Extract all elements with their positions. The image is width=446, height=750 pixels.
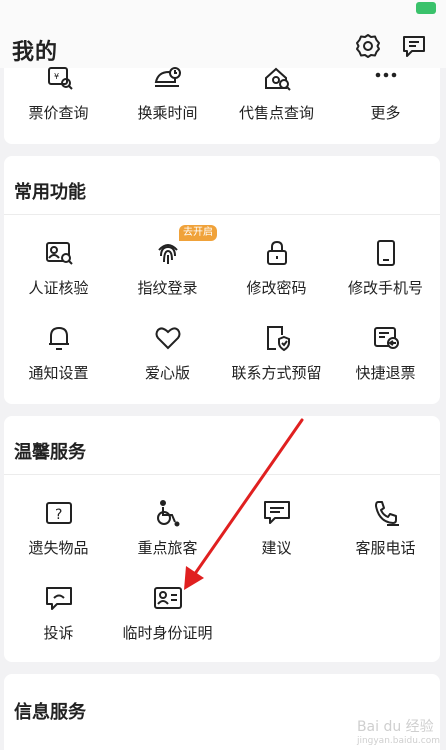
- fare-search-label: 票价查询: [28, 104, 89, 122]
- change-password-item[interactable]: 修改密码: [222, 226, 331, 306]
- lost-item-label: 遗失物品: [28, 539, 89, 557]
- customer-service-item[interactable]: 客服电话: [331, 486, 440, 566]
- temp-id-label: 临时身份证明: [122, 624, 213, 642]
- complaint-item[interactable]: 投诉: [4, 571, 113, 651]
- change-phone-label: 修改手机号: [347, 279, 423, 297]
- id-verify-item[interactable]: 人证核验: [4, 226, 113, 306]
- care-mode-label: 爱心版: [144, 364, 190, 382]
- watermark-text: Bai du 经验: [356, 719, 434, 735]
- lost-item-item[interactable]: ? 遗失物品: [4, 486, 113, 566]
- warm-services-card: 温馨服务 ? 遗失物品 重点旅客 建议 客服电话 投诉 临时身份证明: [4, 416, 440, 662]
- agency-search-item[interactable]: 代售点查询: [222, 67, 331, 148]
- lost-item-icon: ?: [44, 498, 74, 528]
- transfer-time-item[interactable]: 换乘时间: [113, 67, 222, 148]
- battery-icon: [416, 2, 436, 14]
- fare-search-item[interactable]: ¥ 票价查询: [4, 67, 113, 148]
- lock-icon: [262, 238, 292, 268]
- contact-shield-icon: [262, 323, 292, 353]
- transfer-time-icon: [153, 64, 183, 94]
- fingerprint-item[interactable]: 去开启 指纹登录: [113, 225, 222, 306]
- status-bar: [0, 0, 446, 18]
- common-functions-card: 常用功能 人证核验 去开启 指纹登录 修改密码 修改手机号 通知设置 爱心版 联…: [4, 156, 440, 404]
- bell-icon: [44, 323, 74, 353]
- heart-icon: [153, 323, 183, 353]
- baidu-watermark: Bai du 经验 jingyan.baidu.com: [357, 716, 440, 746]
- watermark-sub: jingyan.baidu.com: [356, 736, 440, 746]
- phone-icon: [371, 238, 401, 268]
- more-item[interactable]: 更多: [331, 68, 440, 148]
- divider: [4, 214, 440, 215]
- divider: [4, 474, 440, 475]
- suggestion-icon: [262, 498, 292, 528]
- notification-settings-item[interactable]: 通知设置: [4, 311, 113, 391]
- phone-call-icon: [371, 498, 401, 528]
- care-mode-item[interactable]: 爱心版: [113, 311, 222, 391]
- priority-passenger-item[interactable]: 重点旅客: [113, 486, 222, 566]
- transfer-time-label: 换乘时间: [137, 104, 198, 122]
- quick-refund-label: 快捷退票: [355, 364, 416, 382]
- info-services-title: 信息服务: [14, 702, 86, 723]
- fare-search-icon: ¥: [44, 64, 74, 94]
- message-icon[interactable]: [400, 32, 428, 60]
- page-title: 我的: [12, 40, 59, 65]
- more-label: 更多: [370, 104, 401, 122]
- customer-service-label: 客服电话: [355, 539, 416, 557]
- quick-refund-item[interactable]: 快捷退票: [331, 311, 440, 391]
- priority-passenger-label: 重点旅客: [137, 539, 198, 557]
- agency-search-label: 代售点查询: [238, 104, 314, 122]
- notification-settings-label: 通知设置: [28, 364, 89, 382]
- contact-reserve-label: 联系方式预留: [231, 364, 322, 382]
- complaint-label: 投诉: [43, 624, 74, 642]
- svg-text:?: ?: [55, 507, 62, 523]
- fingerprint-label: 指纹登录: [137, 279, 198, 297]
- contact-reserve-item[interactable]: 联系方式预留: [222, 311, 331, 391]
- wheelchair-icon: [153, 498, 183, 528]
- fingerprint-icon: [153, 238, 183, 268]
- quick-tools-card: ¥ 票价查询 换乘时间 代售点查询 更多: [4, 67, 440, 144]
- temp-id-icon: [153, 583, 183, 613]
- svg-text:¥: ¥: [54, 72, 59, 81]
- change-password-label: 修改密码: [246, 279, 307, 297]
- page-header: 我的: [0, 18, 446, 68]
- change-phone-item[interactable]: 修改手机号: [331, 226, 440, 306]
- settings-icon[interactable]: [354, 32, 382, 60]
- more-icon: [371, 64, 401, 94]
- complaint-icon: [44, 583, 74, 613]
- warm-services-title: 温馨服务: [14, 442, 86, 463]
- agency-search-icon: [262, 64, 292, 94]
- enable-badge[interactable]: 去开启: [179, 225, 217, 241]
- common-functions-title: 常用功能: [14, 182, 86, 203]
- temp-id-item[interactable]: 临时身份证明: [113, 571, 222, 651]
- id-verify-icon: [44, 238, 74, 268]
- suggestion-label: 建议: [261, 539, 292, 557]
- suggestion-item[interactable]: 建议: [222, 486, 331, 566]
- id-verify-label: 人证核验: [28, 279, 89, 297]
- refund-ticket-icon: [371, 323, 401, 353]
